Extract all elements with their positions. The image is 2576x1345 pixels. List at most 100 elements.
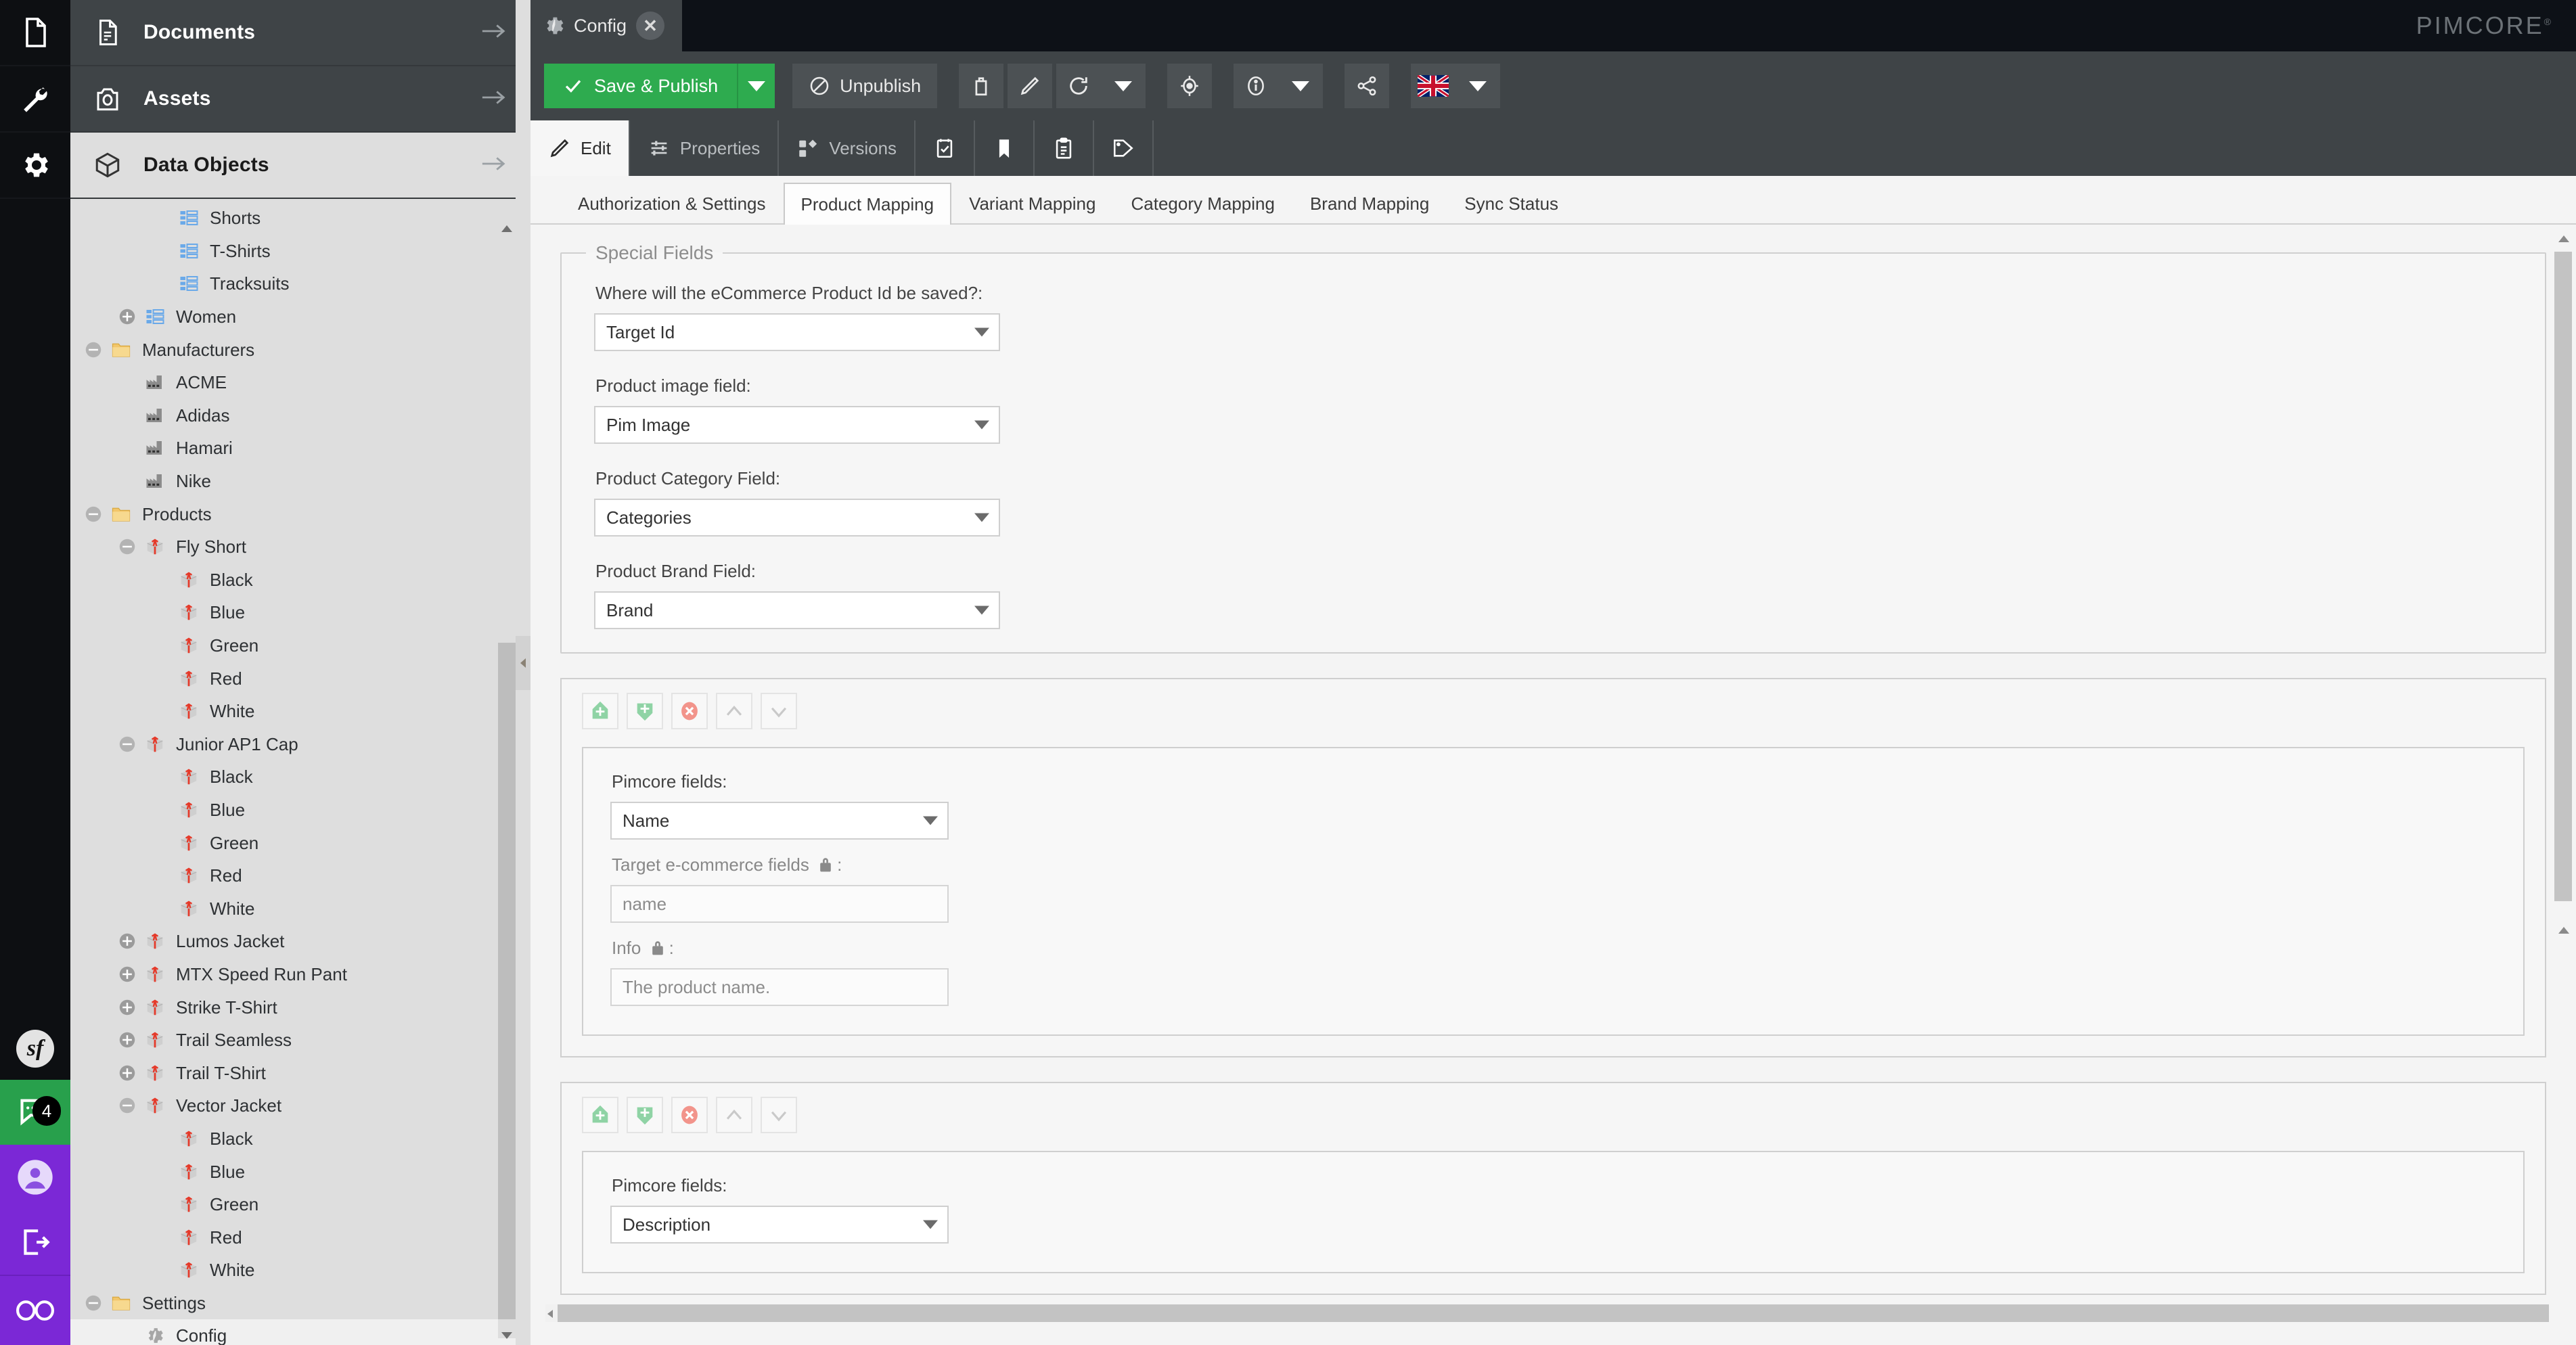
product-image-field-select[interactable]: Pim Image <box>594 406 1000 444</box>
expand-node-icon[interactable] <box>112 302 142 332</box>
tree-item-products[interactable]: Products <box>70 497 530 530</box>
documents-rail-icon[interactable] <box>0 0 70 66</box>
tab-versions[interactable]: Versions <box>779 120 916 176</box>
document-tab-config[interactable]: Config ✕ <box>530 0 682 51</box>
scrollbar-thumb[interactable] <box>558 1304 2549 1322</box>
infinity-button[interactable] <box>0 1275 70 1345</box>
tab-bookmark[interactable] <box>975 120 1035 176</box>
tree-item-lumos-jacket[interactable]: Lumos Jacket <box>70 925 530 958</box>
tab-schedule[interactable] <box>916 120 976 176</box>
move-down-icon[interactable] <box>761 693 797 729</box>
tree-item-white[interactable]: White <box>70 695 530 728</box>
tree-item-red[interactable]: Red <box>70 859 530 892</box>
expand-node-icon[interactable] <box>112 993 142 1022</box>
notifications-button[interactable]: 4 <box>0 1080 70 1145</box>
tree-item-red[interactable]: Red <box>70 662 530 695</box>
move-up-icon[interactable] <box>716 1097 752 1133</box>
tree-item-acme[interactable]: ACME <box>70 366 530 399</box>
remove-icon[interactable] <box>671 1097 708 1133</box>
share-button[interactable] <box>1345 64 1390 108</box>
tree-item-shorts[interactable]: Shorts <box>70 202 530 235</box>
collapse-node-icon[interactable] <box>112 1091 142 1120</box>
tree-item-white[interactable]: White <box>70 1254 530 1287</box>
tree-header-data-objects[interactable]: Data Objects <box>70 133 530 199</box>
tree-item-blue[interactable]: Blue <box>70 596 530 629</box>
add-below-icon[interactable] <box>627 693 663 729</box>
subtab-variant-mapping[interactable]: Variant Mapping <box>951 183 1113 223</box>
tab-edit[interactable]: Edit <box>530 120 630 176</box>
tree-header-documents[interactable]: Documents <box>70 0 530 66</box>
settings-rail-icon[interactable] <box>0 133 70 199</box>
tree-item-adidas[interactable]: Adidas <box>70 399 530 432</box>
form-scroll-area[interactable]: Special Fields Where will the eCommerce … <box>530 226 2576 1345</box>
tree-item-strike-t-shirt[interactable]: Strike T-Shirt <box>70 990 530 1024</box>
user-profile-button[interactable] <box>0 1145 70 1210</box>
tree-vertical-scrollbar[interactable] <box>498 225 516 1341</box>
tree-item-vector-jacket[interactable]: Vector Jacket <box>70 1089 530 1122</box>
close-icon[interactable]: ✕ <box>636 12 665 40</box>
tree-item-nike[interactable]: Nike <box>70 465 530 498</box>
expand-node-icon[interactable] <box>112 926 142 956</box>
tree-item-hamari[interactable]: Hamari <box>70 432 530 465</box>
tree-item-tracksuits[interactable]: Tracksuits <box>70 267 530 300</box>
tree-item-manufacturers[interactable]: Manufacturers <box>70 333 530 366</box>
product-id-field-select[interactable]: Target Id <box>594 313 1000 351</box>
subtab-authorization-settings[interactable]: Authorization & Settings <box>560 183 784 223</box>
subtab-sync-status[interactable]: Sync Status <box>1447 183 1576 223</box>
expand-node-icon[interactable] <box>112 1025 142 1055</box>
tree-item-junior-ap1-cap[interactable]: Junior AP1 Cap <box>70 728 530 761</box>
tree-item-blue[interactable]: Blue <box>70 1155 530 1188</box>
locate-button[interactable] <box>1167 64 1213 108</box>
add-below-icon[interactable] <box>627 1097 663 1133</box>
expand-node-icon[interactable] <box>112 1058 142 1088</box>
tab-properties[interactable]: Properties <box>630 120 779 176</box>
info-dropdown-button[interactable] <box>1278 64 1324 108</box>
tree-item-settings[interactable]: Settings <box>70 1287 530 1320</box>
scroll-up-arrow-icon[interactable] <box>2558 234 2570 244</box>
save-publish-button[interactable]: Save & Publish <box>544 64 738 108</box>
content-horizontal-scrollbar[interactable] <box>545 1304 2549 1322</box>
reload-button[interactable] <box>1056 64 1102 108</box>
tree-item-blue[interactable]: Blue <box>70 794 530 827</box>
remove-icon[interactable] <box>671 693 708 729</box>
subtab-product-mapping[interactable]: Product Mapping <box>783 183 952 225</box>
tree-item-green[interactable]: Green <box>70 1188 530 1221</box>
add-above-icon[interactable] <box>582 1097 618 1133</box>
tree-panel-splitter[interactable] <box>516 0 530 1345</box>
tree-item-mtx-speed-run-pant[interactable]: MTX Speed Run Pant <box>70 958 530 991</box>
tree-item-red[interactable]: Red <box>70 1221 530 1254</box>
product-brand-field-select[interactable]: Brand <box>594 591 1000 629</box>
move-down-icon[interactable] <box>761 1097 797 1133</box>
collapse-node-icon[interactable] <box>78 335 108 365</box>
save-publish-dropdown[interactable] <box>737 64 775 108</box>
symfony-profiler-button[interactable]: sf <box>0 1018 70 1080</box>
info-input[interactable]: The product name. <box>610 968 949 1006</box>
tree-item-white[interactable]: White <box>70 892 530 925</box>
collapse-tree-handle[interactable] <box>516 636 530 690</box>
tree-header-assets[interactable]: Assets <box>70 66 530 133</box>
unpublish-button[interactable]: Unpublish <box>792 64 938 108</box>
pimcore-fields-select[interactable]: Description <box>610 1206 949 1244</box>
add-above-icon[interactable] <box>582 693 618 729</box>
reload-dropdown-button[interactable] <box>1101 64 1146 108</box>
tools-rail-icon[interactable] <box>0 66 70 133</box>
language-button[interactable] <box>1411 64 1456 108</box>
tree-item-fly-short[interactable]: Fly Short <box>70 530 530 564</box>
tree-node-list[interactable]: Shorts T-Shirts Tracksuits Women Manufacture… <box>70 199 530 1345</box>
language-dropdown-button[interactable] <box>1455 64 1501 108</box>
scroll-down-arrow-icon[interactable] <box>500 1330 514 1341</box>
subtab-brand-mapping[interactable]: Brand Mapping <box>1292 183 1447 223</box>
info-button[interactable] <box>1234 64 1279 108</box>
tree-item-black[interactable]: Black <box>70 1122 530 1156</box>
collapse-node-icon[interactable] <box>78 1288 108 1318</box>
pimcore-fields-select[interactable]: Name <box>610 802 949 840</box>
collapse-node-icon[interactable] <box>112 729 142 759</box>
scroll-down-arrow-icon[interactable] <box>2558 926 2570 935</box>
collapse-node-icon[interactable] <box>78 499 108 529</box>
tree-item-t-shirts[interactable]: T-Shirts <box>70 235 530 268</box>
tree-item-trail-t-shirt[interactable]: Trail T-Shirt <box>70 1056 530 1089</box>
scrollbar-thumb[interactable] <box>2554 252 2572 901</box>
scrollbar-thumb[interactable] <box>498 643 516 1319</box>
tree-item-black[interactable]: Black <box>70 564 530 597</box>
tab-notes[interactable] <box>1035 120 1095 176</box>
